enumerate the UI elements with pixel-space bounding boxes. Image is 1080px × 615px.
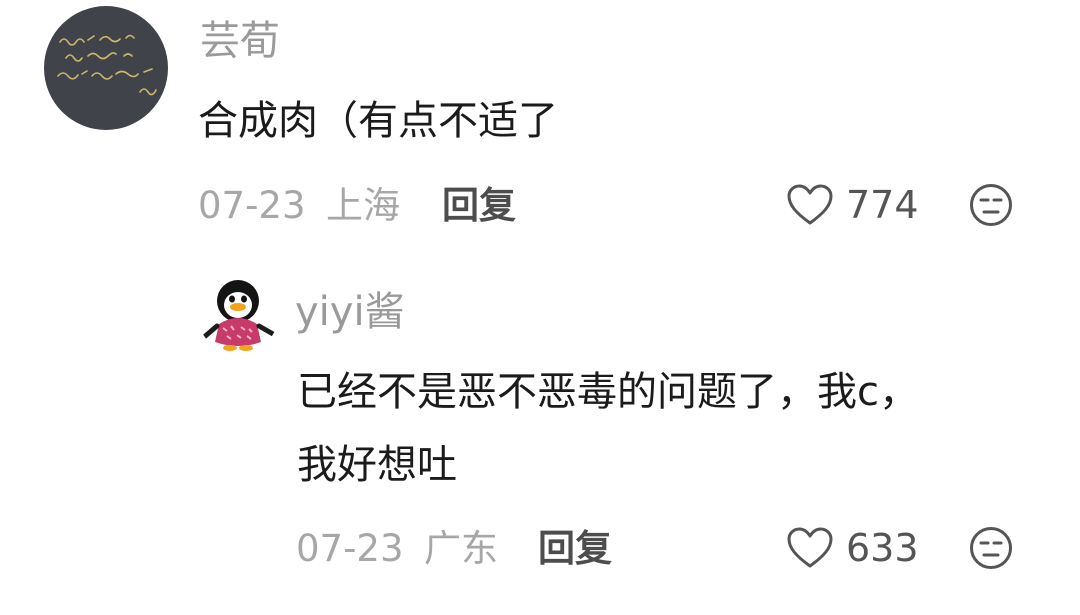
comment-username[interactable]: 芸荀 xyxy=(200,21,280,61)
comment-text: 我好想吐 xyxy=(297,442,457,488)
heart-outline-icon[interactable] xyxy=(786,183,834,227)
avatar[interactable] xyxy=(44,6,168,130)
like-count: 633 xyxy=(846,526,919,570)
heart-outline-icon[interactable] xyxy=(786,526,834,570)
comment-text: 合成肉（有点不适了 xyxy=(198,98,558,144)
neutral-face-icon[interactable] xyxy=(969,526,1013,570)
comment-item: 芸荀 合成肉（有点不适了 07-23 上海 回复 774 xyxy=(0,0,1080,245)
comment-date: 07-23 xyxy=(296,527,404,570)
comment-location: 广东 xyxy=(424,527,498,570)
neutral-face-icon[interactable] xyxy=(969,183,1013,227)
comment-location: 上海 xyxy=(326,184,400,227)
reply-button[interactable]: 回复 xyxy=(538,530,612,567)
reply-button[interactable]: 回复 xyxy=(442,187,516,224)
comment-text: 已经不是恶不恶毒的问题了，我c， xyxy=(297,369,919,415)
comment-item: yiyi酱 已经不是恶不恶毒的问题了，我c， 我好想吐 07-23 广东 回复 … xyxy=(0,245,1080,615)
like-count: 774 xyxy=(846,183,919,227)
comment-date: 07-23 xyxy=(198,184,306,227)
avatar[interactable] xyxy=(197,272,279,354)
comment-username[interactable]: yiyi酱 xyxy=(295,292,405,332)
